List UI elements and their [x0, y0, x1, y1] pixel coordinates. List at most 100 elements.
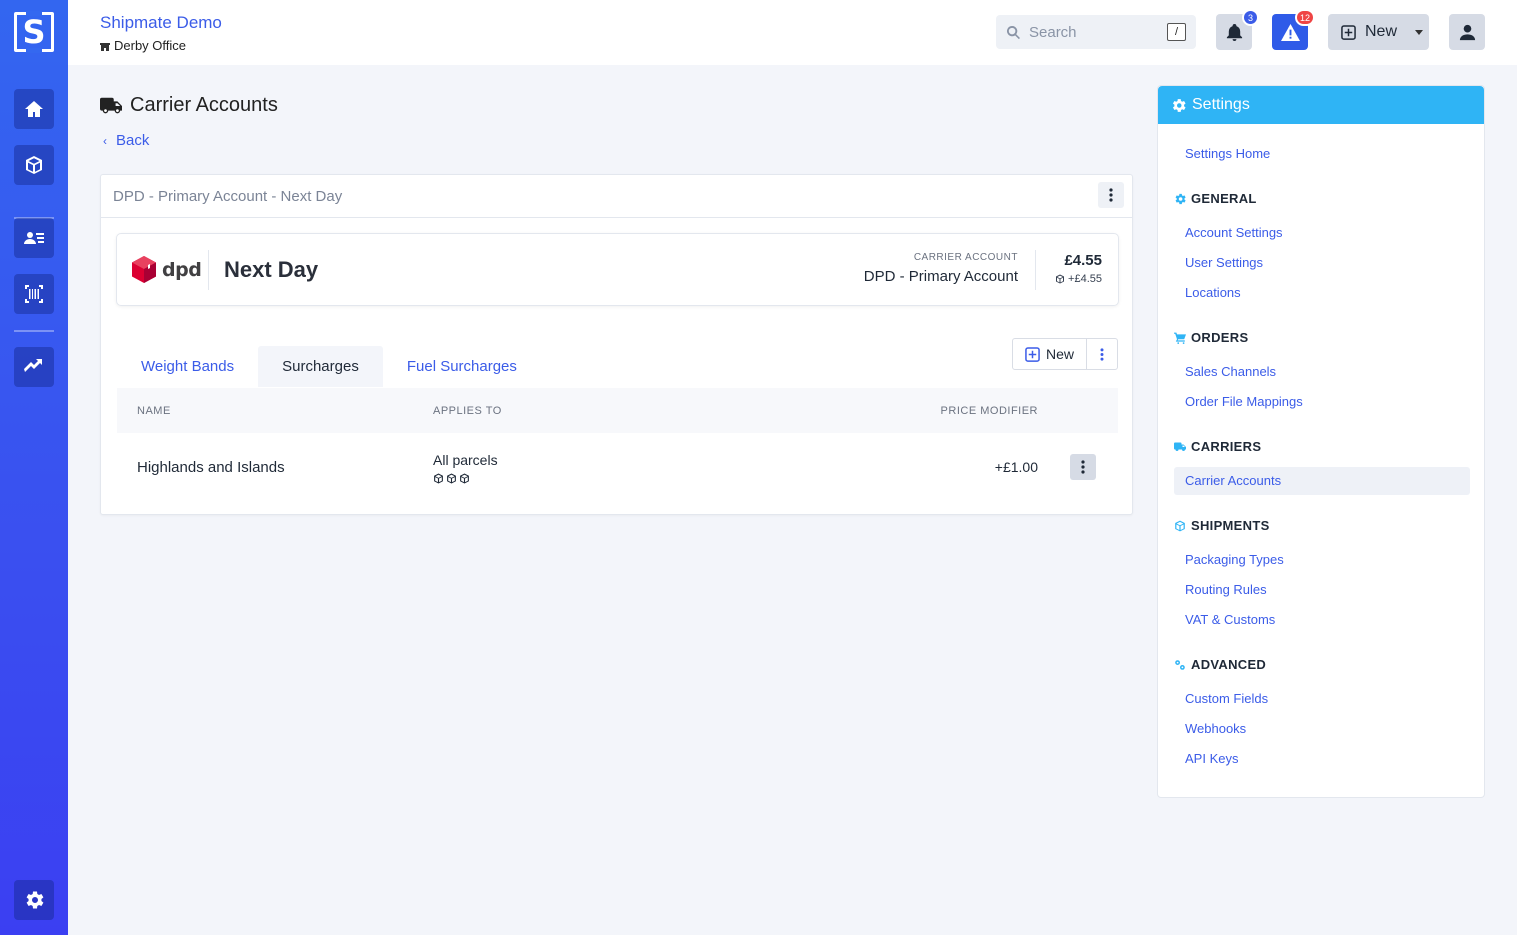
app-logo[interactable]: S — [14, 11, 54, 53]
settings-link-webhooks[interactable]: Webhooks — [1185, 721, 1246, 736]
surcharge-applies-to: All parcels — [433, 452, 498, 484]
page-title: Carrier Accounts — [100, 94, 278, 117]
service-card: DPD - Primary Account - Next Day dpd Nex… — [100, 174, 1133, 515]
cogs-icon — [1175, 659, 1185, 670]
cart-icon — [1174, 332, 1186, 344]
search-shortcut-key: / — [1167, 23, 1186, 41]
plus-square-icon — [1025, 346, 1040, 362]
table-row[interactable]: Highlands and Islands All parcels +£1.00 — [117, 433, 1118, 501]
user-icon — [1459, 24, 1475, 40]
row-menu-button[interactable] — [1070, 454, 1096, 480]
settings-link-user-settings[interactable]: User Settings — [1185, 255, 1263, 270]
price-sub-value: +£4.55 — [1068, 273, 1102, 285]
settings-nav-button[interactable] — [14, 880, 54, 920]
user-menu-button[interactable] — [1449, 14, 1485, 50]
section-shipments-title: SHIPMENTS — [1191, 518, 1270, 533]
settings-header: Settings — [1158, 86, 1484, 124]
warning-icon — [1280, 23, 1300, 41]
settings-panel: Settings Settings Home GENERAL Account S… — [1157, 85, 1485, 798]
settings-link-packaging-types[interactable]: Packaging Types — [1185, 552, 1284, 567]
table-header: NAME APPLIES TO PRICE MODIFIER — [117, 388, 1118, 433]
settings-link-vat-customs[interactable]: VAT & Customs — [1185, 612, 1275, 627]
settings-title: Settings — [1192, 96, 1250, 113]
truck-icon — [1174, 442, 1186, 451]
app-name[interactable]: Shipmate Demo — [100, 13, 222, 33]
box-icon — [1175, 520, 1185, 531]
dpd-logo: dpd — [132, 256, 202, 283]
settings-link-order-file-mappings[interactable]: Order File Mappings — [1185, 394, 1303, 409]
settings-link-routing-rules[interactable]: Routing Rules — [1185, 582, 1267, 597]
settings-link-api-keys[interactable]: API Keys — [1185, 751, 1238, 766]
store-icon — [100, 42, 110, 51]
gear-icon — [26, 891, 44, 909]
section-orders: ORDERS — [1174, 330, 1248, 345]
truck-check-icon — [100, 97, 122, 113]
contacts-nav-button[interactable] — [14, 218, 54, 258]
service-price-sub: +£4.55 — [1055, 273, 1102, 285]
sidebar: S — [0, 0, 68, 935]
location-label: Derby Office — [114, 38, 187, 53]
carrier-account-label: CARRIER ACCOUNT — [913, 252, 1018, 263]
dpd-cube-icon — [132, 256, 156, 283]
section-advanced-title: ADVANCED — [1191, 657, 1267, 672]
home-nav-button[interactable] — [14, 89, 54, 129]
new-surcharge-label: New — [1045, 346, 1074, 362]
settings-link-custom-fields[interactable]: Custom Fields — [1185, 691, 1268, 706]
chart-line-icon — [24, 359, 42, 372]
column-header-name[interactable]: NAME — [137, 405, 171, 417]
chevron-down-icon — [1415, 29, 1424, 35]
top-bar: Shipmate Demo Derby Office Search / 3 12… — [68, 0, 1517, 65]
barcode-icon — [25, 285, 43, 303]
location-selector[interactable]: Derby Office — [100, 38, 186, 53]
settings-link-carrier-accounts[interactable]: Carrier Accounts — [1185, 473, 1281, 488]
service-price: £4.55 — [1064, 252, 1102, 269]
section-general-title: GENERAL — [1191, 191, 1257, 206]
section-carriers: CARRIERS — [1174, 439, 1261, 454]
gear-icon — [1175, 193, 1186, 204]
settings-home-link[interactable]: Settings Home — [1185, 146, 1270, 161]
bell-icon — [1226, 23, 1242, 41]
header-new-label: New — [1365, 23, 1398, 40]
new-surcharge-button[interactable]: New — [1013, 339, 1087, 369]
service-name: Next Day — [224, 257, 319, 282]
gear-icon — [1172, 98, 1186, 112]
notifications-badge: 3 — [1242, 9, 1259, 26]
search-icon — [1006, 25, 1020, 39]
box-icon — [434, 473, 443, 484]
alerts-button[interactable]: 12 — [1272, 9, 1315, 50]
column-header-price-modifier[interactable]: PRICE MODIFIER — [941, 405, 1038, 417]
settings-link-locations[interactable]: Locations — [1185, 285, 1241, 300]
card-menu-button[interactable] — [1098, 182, 1124, 208]
back-link[interactable]: ‹ Back — [103, 132, 149, 149]
plus-square-icon — [1341, 24, 1356, 40]
surcharge-name: Highlands and Islands — [137, 459, 285, 476]
tab-fuel-surcharges[interactable]: Fuel Surcharges — [383, 346, 541, 387]
shipments-nav-button[interactable] — [14, 145, 54, 185]
search-placeholder: Search — [1029, 23, 1077, 41]
box-icon — [26, 156, 42, 174]
notifications-button[interactable]: 3 — [1216, 9, 1259, 50]
page-title-text: Carrier Accounts — [130, 94, 278, 116]
reports-nav-button[interactable] — [14, 347, 54, 387]
kebab-icon — [1100, 347, 1104, 361]
parcel-icons — [433, 473, 498, 484]
settings-link-account-settings[interactable]: Account Settings — [1185, 225, 1283, 240]
settings-link-sales-channels[interactable]: Sales Channels — [1185, 364, 1276, 379]
carrier-account-name: DPD - Primary Account — [863, 268, 1018, 285]
kebab-icon — [1081, 460, 1085, 474]
surcharge-more-button[interactable] — [1087, 339, 1117, 369]
tab-weight-bands[interactable]: Weight Bands — [117, 346, 258, 387]
box-icon — [460, 473, 469, 484]
column-header-applies-to[interactable]: APPLIES TO — [433, 405, 502, 417]
box-icon — [447, 473, 456, 484]
surcharge-actions: New — [1012, 338, 1118, 370]
box-icon — [1056, 274, 1065, 284]
divider — [1035, 250, 1036, 290]
scan-nav-button[interactable] — [14, 274, 54, 314]
header-new-button[interactable]: New — [1328, 14, 1429, 50]
tab-surcharges[interactable]: Surcharges — [258, 346, 383, 387]
back-label: Back — [116, 132, 150, 149]
search-input[interactable]: Search / — [996, 15, 1196, 49]
service-card-header: DPD - Primary Account - Next Day — [101, 175, 1132, 218]
surcharge-price-modifier: +£1.00 — [994, 459, 1038, 475]
